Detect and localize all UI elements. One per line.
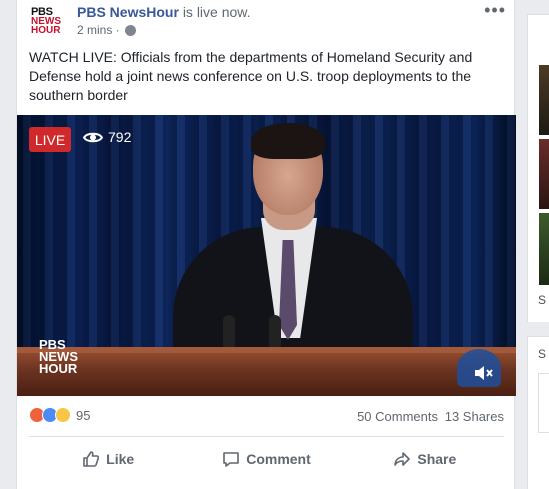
eye-icon <box>83 132 103 142</box>
more-options-icon[interactable]: ••• <box>484 0 506 21</box>
sad-reaction-icon <box>55 407 71 423</box>
mute-icon[interactable] <box>472 362 494 384</box>
action-divider <box>29 436 504 437</box>
right-thumbnail-1[interactable] <box>539 65 549 135</box>
share-label: Share <box>417 451 457 467</box>
podium <box>17 353 516 396</box>
post-meta: 2 mins · <box>77 23 136 37</box>
speaker-hair <box>251 123 325 159</box>
live-status-text: is live now. <box>182 4 251 20</box>
post-actions: Like Comment Share <box>29 440 504 478</box>
pbs-newshour-logo: PBS NEWS HOUR <box>39 338 78 376</box>
post-header: PBS NewsHour is live now. <box>77 4 251 20</box>
right-column-card-2: S <box>527 336 549 489</box>
microphone-right <box>269 315 281 351</box>
right-column-card: S <box>527 14 549 322</box>
globe-icon[interactable] <box>124 24 136 36</box>
reactions-summary[interactable]: 95 <box>29 407 90 423</box>
live-badge: LIVE <box>29 127 71 152</box>
logo-line-3: HOUR <box>39 361 78 376</box>
right-thumbnail-3[interactable] <box>539 213 549 285</box>
comment-bubble-icon <box>223 452 240 467</box>
post-stats: 95 50 Comments 13 Shares <box>29 407 504 427</box>
page-avatar[interactable]: PBS NEWS HOUR <box>29 4 69 36</box>
right-column-label-2[interactable]: S <box>538 347 546 361</box>
viewer-count: 792 <box>83 129 131 145</box>
comment-label: Comment <box>246 451 311 467</box>
viewer-count-value: 792 <box>108 129 132 145</box>
right-thumbnail-2[interactable] <box>539 139 549 209</box>
reaction-count: 95 <box>76 407 91 423</box>
post-text: WATCH LIVE: Officials from the departmen… <box>29 49 473 103</box>
avatar-text-3: HOUR <box>31 25 61 36</box>
like-label: Like <box>106 451 135 467</box>
thumbs-up-icon <box>83 451 100 467</box>
page-name-link[interactable]: PBS NewsHour <box>77 4 179 20</box>
share-arrow-icon <box>394 452 411 466</box>
like-button[interactable]: Like <box>29 440 187 478</box>
shares-count-link[interactable]: 13 Shares <box>445 409 504 424</box>
right-column-label-1[interactable]: S <box>538 293 546 307</box>
share-button[interactable]: Share <box>346 440 504 478</box>
right-column-box[interactable] <box>538 373 549 433</box>
microphone-left <box>223 315 235 351</box>
post-timestamp[interactable]: 2 mins · <box>77 23 120 37</box>
comment-button[interactable]: Comment <box>187 440 345 478</box>
news-feed-post: PBS NEWS HOUR PBS NewsHour is live now. … <box>16 0 516 489</box>
live-video-player[interactable]: LIVE 792 PBS NEWS HOUR <box>17 115 516 396</box>
comments-count-link[interactable]: 50 Comments <box>357 409 438 424</box>
